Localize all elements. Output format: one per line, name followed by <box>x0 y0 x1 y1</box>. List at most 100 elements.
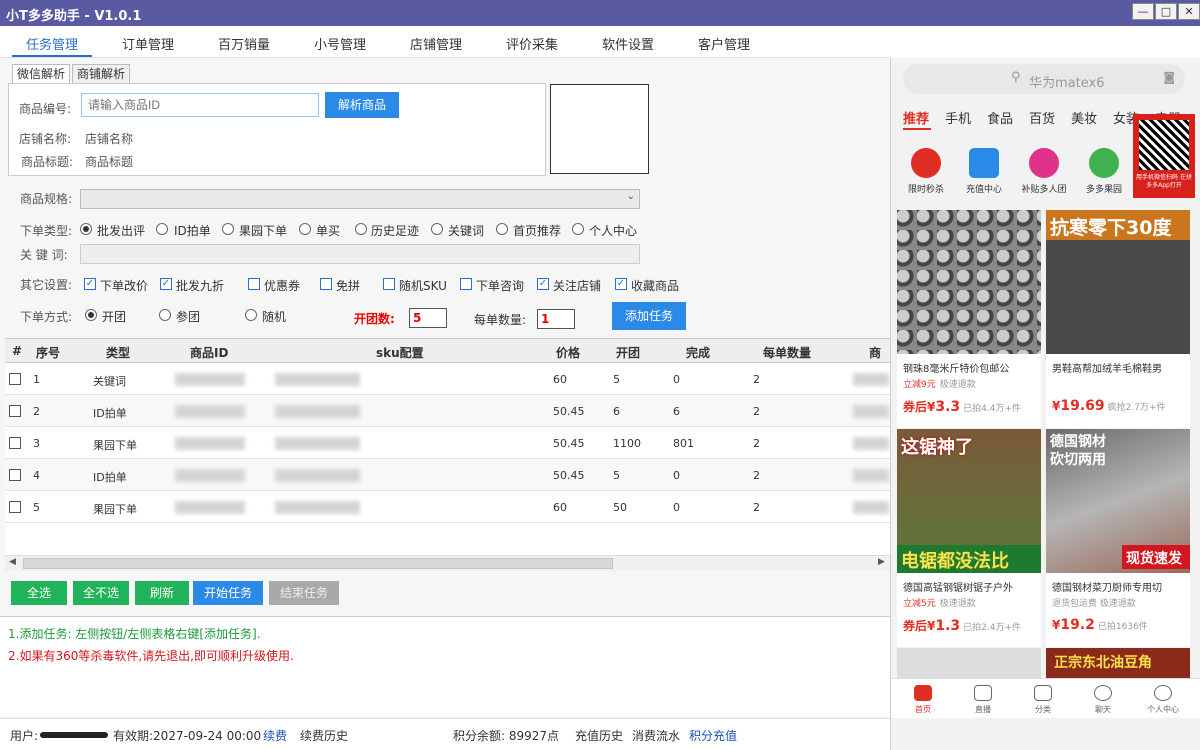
menu-shop-management[interactable]: 店铺管理 <box>410 34 462 53</box>
start-task-button[interactable]: 开始任务 <box>193 581 263 605</box>
check-coupon[interactable] <box>248 278 260 290</box>
product-id-input[interactable] <box>81 93 319 117</box>
col-product-id: 商品ID <box>190 346 229 360</box>
row-checkbox[interactable] <box>9 437 21 449</box>
select-none-button[interactable]: 全不选 <box>73 581 129 605</box>
menu-software-settings[interactable]: 软件设置 <box>602 34 654 53</box>
row-checkbox[interactable] <box>9 405 21 417</box>
shortcut-label: 充值中心 <box>965 185 1002 195</box>
per-order-input[interactable]: 1 <box>537 309 575 329</box>
menu-order-management[interactable]: 订单管理 <box>122 34 174 53</box>
radio-type-history[interactable] <box>355 223 367 235</box>
keyword-input[interactable] <box>80 244 640 264</box>
tab-shop-parse[interactable]: 商铺解析 <box>72 64 131 84</box>
check-order-consult[interactable] <box>460 278 472 290</box>
group-count-input[interactable]: 5 <box>409 308 447 328</box>
radio-type-orchard[interactable] <box>222 223 234 235</box>
price-prefix: 券后¥ <box>903 619 936 633</box>
recharge-history-link[interactable]: 充值历史 <box>575 727 623 744</box>
product-card[interactable]: 这锯神了 电锯都没法比 德国高锰钢锯树锯子户外 立减5元 极速退款 券后¥1.3 已… <box>897 429 1041 647</box>
table-row[interactable]: 3 果园下单 50.45 1100 801 2 <box>5 427 890 459</box>
radio-type-wholesale-review[interactable] <box>80 223 92 235</box>
scroll-right-icon[interactable]: ▶ <box>878 557 885 567</box>
minimize-button[interactable]: — <box>1132 3 1154 20</box>
category-recommend[interactable]: 推荐 <box>903 108 929 127</box>
shortcut-flash-sale[interactable]: 限时秒杀 <box>893 148 959 195</box>
check-no-group[interactable] <box>320 278 332 290</box>
menu-account-management[interactable]: 小号管理 <box>314 34 366 53</box>
radio-type-keyword[interactable] <box>431 223 443 235</box>
radio-mode-join-group[interactable] <box>159 309 171 321</box>
radio-type-id-order[interactable] <box>156 223 168 235</box>
redacted-sku <box>275 405 360 418</box>
row-checkbox[interactable] <box>9 469 21 481</box>
row-group: 1100 <box>613 437 641 450</box>
check-wholesale-discount[interactable]: ✓ <box>160 278 172 290</box>
shortcut-orchard[interactable]: 多多果园 <box>1071 148 1137 195</box>
table-row[interactable]: 5 果园下单 60 50 0 2 <box>5 491 890 523</box>
nav-category[interactable]: 分类 <box>1023 685 1063 715</box>
per-order-label: 每单数量: <box>474 313 527 327</box>
camera-icon[interactable]: ◙ <box>1163 70 1175 84</box>
renew-history-link[interactable]: 续费历史 <box>300 727 348 744</box>
check-follow-shop[interactable]: ✓ <box>537 278 549 290</box>
radio-type-personal-center[interactable] <box>572 223 584 235</box>
product-card[interactable]: 抗寒零下30度 男鞋高帮加绒羊毛棉鞋男 ¥19.69 疯抢2.7万+件 <box>1046 210 1190 428</box>
category-beauty[interactable]: 美妆 <box>1071 108 1097 127</box>
radio-label: 随机 <box>262 310 287 324</box>
scroll-left-icon[interactable]: ◀ <box>9 557 16 567</box>
close-button[interactable]: ✕ <box>1178 3 1200 20</box>
add-task-button[interactable]: 添加任务 <box>612 302 686 330</box>
tab-wechat-parse[interactable]: 微信解析 <box>12 64 71 84</box>
refresh-button[interactable]: 刷新 <box>135 581 189 605</box>
shortcut-recharge[interactable]: 充值中心 <box>951 148 1017 195</box>
nav-profile[interactable]: 个人中心 <box>1143 685 1183 715</box>
row-checkbox[interactable] <box>9 373 21 385</box>
check-random-sku[interactable] <box>383 278 395 290</box>
menu-customer-management[interactable]: 客户管理 <box>698 34 750 53</box>
category-daily[interactable]: 百货 <box>1029 108 1055 127</box>
radio-label: 关键词 <box>448 224 485 238</box>
radio-mode-random[interactable] <box>245 309 257 321</box>
renew-link[interactable]: 续费 <box>263 727 287 744</box>
stop-task-button[interactable]: 结束任务 <box>269 581 339 605</box>
menu-task-management[interactable]: 任务管理 <box>26 34 78 53</box>
row-type: ID拍单 <box>93 407 127 420</box>
row-price: 50.45 <box>553 469 585 482</box>
spec-select[interactable]: ⌄ <box>80 189 640 209</box>
row-group: 5 <box>613 373 620 386</box>
scrollbar-thumb[interactable] <box>23 558 613 569</box>
radio-type-single-buy[interactable] <box>299 223 311 235</box>
nav-home[interactable]: 首页 <box>903 685 943 715</box>
parse-product-button[interactable]: 解析商品 <box>325 92 399 118</box>
radio-label: 历史足迹 <box>371 224 420 238</box>
category-phones[interactable]: 手机 <box>945 108 971 127</box>
store-search-input[interactable]: ⚲ 华为matex6 ◙ <box>903 64 1185 94</box>
select-all-button[interactable]: 全选 <box>11 581 67 605</box>
menu-million-sales[interactable]: 百万销量 <box>218 34 270 53</box>
maximize-button[interactable]: □ <box>1155 3 1177 20</box>
product-card[interactable]: 正宗东北油豆角 <box>1046 648 1190 678</box>
menu-review-collection[interactable]: 评价采集 <box>506 34 558 53</box>
check-modify-price[interactable]: ✓ <box>84 278 96 290</box>
product-title-label: 商品标题: <box>21 155 74 169</box>
radio-type-home-recommend[interactable] <box>496 223 508 235</box>
product-card[interactable] <box>897 648 1041 678</box>
check-favorite-product[interactable]: ✓ <box>615 278 627 290</box>
nav-live[interactable]: 直播 <box>963 685 1003 715</box>
product-card[interactable]: 钢珠8毫米斤特价包邮公 立减9元 极速退款 券后¥3.3 已拍4.4万+件 <box>897 210 1041 428</box>
product-card[interactable]: 德国钢材 砍切两用 现货速发 德国钢材菜刀厨师专用切 退货包运费 极速退款 ¥1… <box>1046 429 1190 647</box>
points-recharge-link[interactable]: 积分充值 <box>689 727 737 744</box>
radio-label: 果园下单 <box>239 224 288 238</box>
table-row[interactable]: 2 ID拍单 50.45 6 6 2 <box>5 395 890 427</box>
radio-mode-open-group[interactable] <box>85 309 97 321</box>
table-row[interactable]: 4 ID拍单 50.45 5 0 2 <box>5 459 890 491</box>
horizontal-scrollbar[interactable]: ◀ ▶ <box>5 555 890 571</box>
consume-link[interactable]: 消费流水 <box>632 727 680 744</box>
row-checkbox[interactable] <box>9 501 21 513</box>
shortcut-group-subsidy[interactable]: 补贴多人团 <box>1011 148 1077 195</box>
table-row[interactable]: 1 关键词 60 5 0 2 <box>5 363 890 395</box>
nav-chat[interactable]: 聊天 <box>1083 685 1123 715</box>
store-bottom-nav: 首页 直播 分类 聊天 个人中心 <box>891 678 1200 718</box>
category-food[interactable]: 食品 <box>987 108 1013 127</box>
